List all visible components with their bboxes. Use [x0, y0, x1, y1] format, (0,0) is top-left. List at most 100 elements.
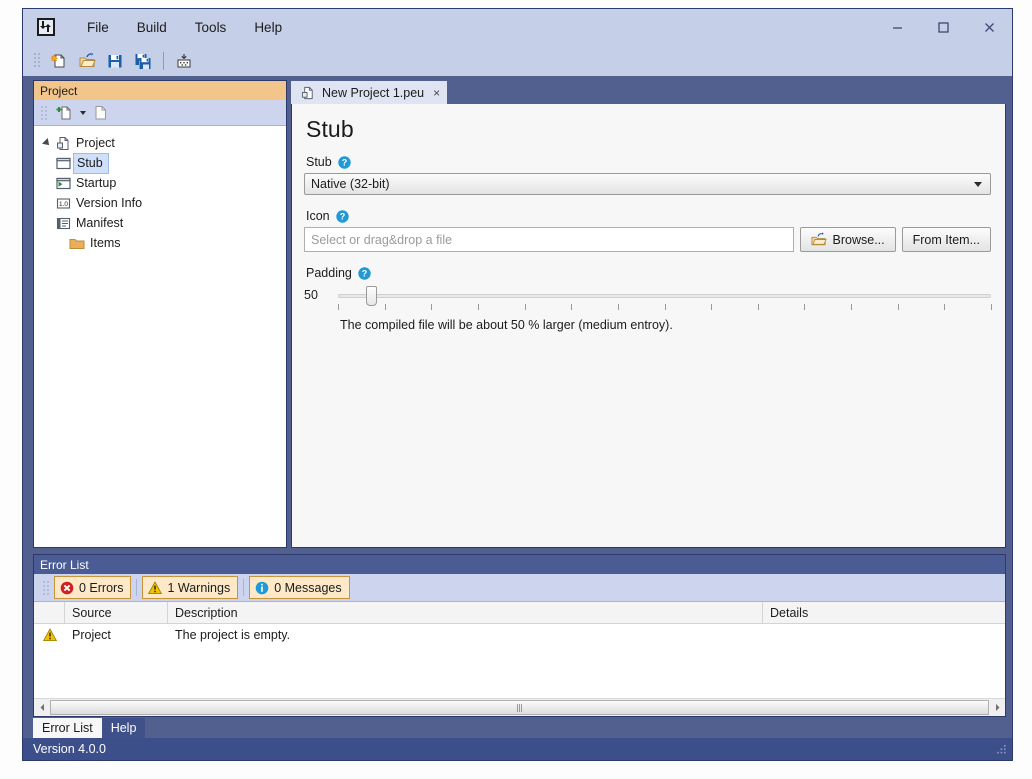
tree-node-items[interactable]: Items	[34, 233, 286, 253]
tree-node-version-info[interactable]: 1.0 Version Info	[34, 193, 286, 213]
window-controls	[874, 9, 1012, 45]
tree-node-project[interactable]: Project	[34, 133, 286, 153]
project-panel: Project	[33, 80, 287, 548]
open-project-icon[interactable]	[73, 48, 101, 74]
project-icon	[54, 135, 72, 151]
scrollbar-thumb[interactable]	[50, 700, 989, 715]
column-header-details[interactable]: Details	[763, 602, 1005, 623]
help-icon[interactable]: ?	[358, 267, 371, 280]
stub-field-label: Stub ?	[306, 155, 991, 169]
page-title: Stub	[306, 116, 991, 143]
resize-grip-icon[interactable]	[995, 744, 1008, 757]
minimize-button[interactable]	[874, 10, 920, 44]
slider-tick	[571, 304, 572, 310]
status-bar: Version 4.0.0	[23, 738, 1012, 760]
help-icon[interactable]: ?	[338, 156, 351, 169]
from-item-button-label: From Item...	[913, 233, 980, 247]
slider-ticks	[338, 304, 991, 311]
padding-slider-row: 50	[304, 284, 991, 314]
slider-tick	[711, 304, 712, 310]
icon-path-input[interactable]: Select or drag&drop a file	[304, 227, 794, 252]
desktop-background: File Build Tools Help	[0, 0, 1032, 779]
table-row[interactable]: Project The project is empty.	[34, 624, 1005, 646]
slider-thumb[interactable]	[366, 286, 377, 306]
padding-slider[interactable]	[338, 284, 991, 314]
status-bar-text: Version 4.0.0	[33, 742, 106, 756]
tree-node-stub[interactable]: Stub	[34, 153, 286, 173]
save-icon[interactable]	[101, 48, 129, 74]
scrollbar-track[interactable]	[50, 700, 989, 715]
messages-filter-label: 0 Messages	[274, 581, 341, 595]
error-list-title: Error List	[34, 555, 1005, 574]
slider-track[interactable]	[338, 294, 991, 298]
startup-icon	[54, 175, 72, 191]
error-list-toolbar: 0 Errors 1 Warnings	[34, 574, 1005, 602]
upper-dock: Project	[23, 76, 1012, 548]
error-list-rows: Project The project is empty.	[34, 624, 1005, 698]
error-toolbar-grip[interactable]	[42, 579, 50, 597]
document-tab-new-project[interactable]: New Project 1.peu ×	[291, 81, 447, 104]
tab-error-list[interactable]: Error List	[33, 718, 102, 738]
warnings-filter-button[interactable]: 1 Warnings	[142, 576, 238, 599]
close-button[interactable]	[966, 10, 1012, 44]
menu-file[interactable]: File	[73, 16, 123, 39]
scroll-left-button[interactable]	[34, 700, 50, 715]
toolbar-grip[interactable]	[33, 52, 41, 70]
close-icon[interactable]: ×	[433, 86, 440, 100]
new-project-icon[interactable]	[45, 48, 73, 74]
browse-button[interactable]: Browse...	[800, 227, 896, 252]
add-item-button[interactable]	[52, 102, 76, 123]
icon-field-label: Icon ?	[306, 209, 991, 223]
slider-tick	[618, 304, 619, 310]
scrollbar-grip-icon	[517, 704, 523, 712]
chevron-down-icon	[974, 182, 982, 187]
errors-filter-button[interactable]: 0 Errors	[54, 576, 131, 599]
scroll-right-button[interactable]	[989, 700, 1005, 715]
help-icon[interactable]: ?	[336, 210, 349, 223]
warning-icon	[148, 581, 162, 595]
expander-icon[interactable]	[40, 139, 54, 147]
slider-tick	[804, 304, 805, 310]
maximize-button[interactable]	[920, 10, 966, 44]
document-tab-icon	[299, 85, 317, 101]
error-icon	[60, 581, 74, 595]
menu-help[interactable]: Help	[240, 16, 296, 39]
new-file-button[interactable]	[88, 102, 112, 123]
from-item-button[interactable]: From Item...	[902, 227, 991, 252]
column-header-source[interactable]: Source	[65, 602, 168, 623]
toolbar-separator	[163, 52, 164, 70]
column-header-description[interactable]: Description	[168, 602, 763, 623]
tree-node-startup[interactable]: Startup	[34, 173, 286, 193]
menu-build[interactable]: Build	[123, 16, 181, 39]
warning-icon	[43, 628, 57, 642]
padding-label-text: Padding	[306, 266, 352, 280]
menu-tools[interactable]: Tools	[181, 16, 241, 39]
document-tab-label: New Project 1.peu	[322, 86, 424, 100]
version-info-icon: 1.0	[54, 195, 72, 211]
svg-text:?: ?	[341, 157, 347, 167]
tree-node-manifest[interactable]: Manifest	[34, 213, 286, 233]
messages-filter-button[interactable]: 0 Messages	[249, 576, 349, 599]
tree-node-version-info-label: Version Info	[76, 195, 142, 211]
tab-help[interactable]: Help	[102, 718, 146, 738]
folder-icon	[68, 235, 86, 251]
title-bar: File Build Tools Help	[23, 9, 1012, 45]
project-toolbar-grip[interactable]	[40, 104, 48, 122]
column-header-icon[interactable]	[34, 602, 65, 623]
info-icon	[255, 581, 269, 595]
svg-text:?: ?	[362, 268, 368, 278]
build-icon[interactable]	[170, 48, 198, 74]
add-item-dropdown[interactable]	[76, 102, 88, 123]
svg-text:?: ?	[339, 211, 345, 221]
error-list-header: Source Description Details	[34, 602, 1005, 624]
slider-tick	[525, 304, 526, 310]
padding-field-label: Padding ?	[306, 266, 991, 280]
stub-dropdown[interactable]: Native (32-bit)	[304, 173, 991, 195]
slider-tick	[385, 304, 386, 310]
save-all-icon[interactable]	[129, 48, 157, 74]
row-severity-icon	[34, 628, 65, 642]
slider-tick	[851, 304, 852, 310]
document-tabstrip: New Project 1.peu ×	[291, 80, 1006, 104]
dock-area: Project	[23, 76, 1012, 738]
horizontal-scrollbar[interactable]	[34, 698, 1005, 716]
